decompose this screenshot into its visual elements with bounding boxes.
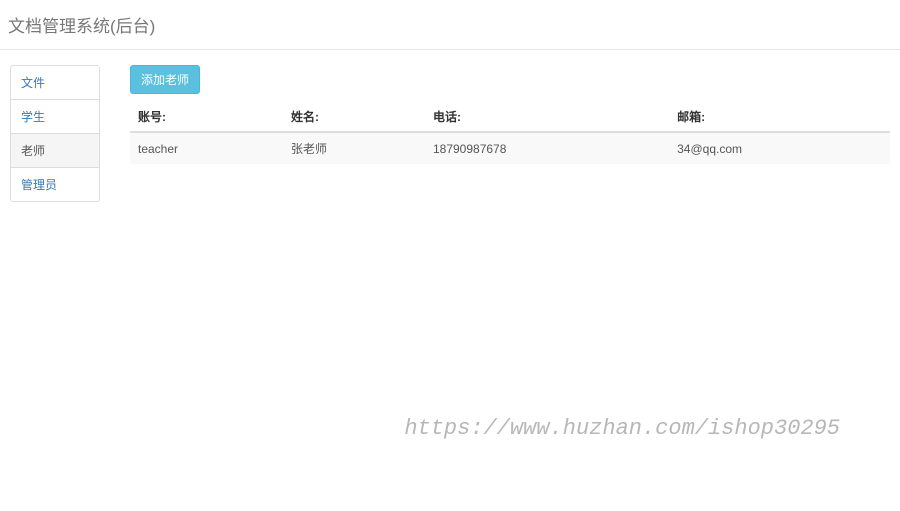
sidebar-item-files[interactable]: 文件 [11,66,99,100]
watermark: https://www.huzhan.com/ishop30295 [404,416,840,441]
sidebar-nav: 文件 学生 老师 管理员 [10,65,100,202]
table-header-row: 账号: 姓名: 电话: 邮箱: [130,102,890,132]
sidebar-item-admins[interactable]: 管理员 [11,168,99,201]
sidebar-item-students[interactable]: 学生 [11,100,99,134]
sidebar-item-label: 管理员 [21,178,57,192]
add-teacher-button[interactable]: 添加老师 [130,65,200,94]
table-header-email: 邮箱: [669,102,890,132]
sidebar-item-label: 文件 [21,76,45,90]
table-header-name: 姓名: [283,102,425,132]
page-title: 文档管理系统(后台) [8,12,892,37]
cell-name: 张老师 [283,132,425,164]
table-header-account: 账号: [130,102,283,132]
sidebar-item-teachers[interactable]: 老师 [11,134,99,168]
main-content: 添加老师 账号: 姓名: 电话: 邮箱: teacher 张老师 1879098… [130,65,890,202]
table-row[interactable]: teacher 张老师 18790987678 34@qq.com [130,132,890,164]
container: 文件 学生 老师 管理员 添加老师 账号: 姓名: 电话: 邮箱: [0,50,900,217]
cell-account: teacher [130,132,283,164]
header: 文档管理系统(后台) [0,0,900,50]
sidebar-item-label: 老师 [21,144,45,158]
cell-email: 34@qq.com [669,132,890,164]
cell-phone: 18790987678 [425,132,669,164]
sidebar: 文件 学生 老师 管理员 [10,65,100,202]
table-header-phone: 电话: [425,102,669,132]
teacher-table: 账号: 姓名: 电话: 邮箱: teacher 张老师 18790987678 … [130,102,890,164]
sidebar-item-label: 学生 [21,110,45,124]
